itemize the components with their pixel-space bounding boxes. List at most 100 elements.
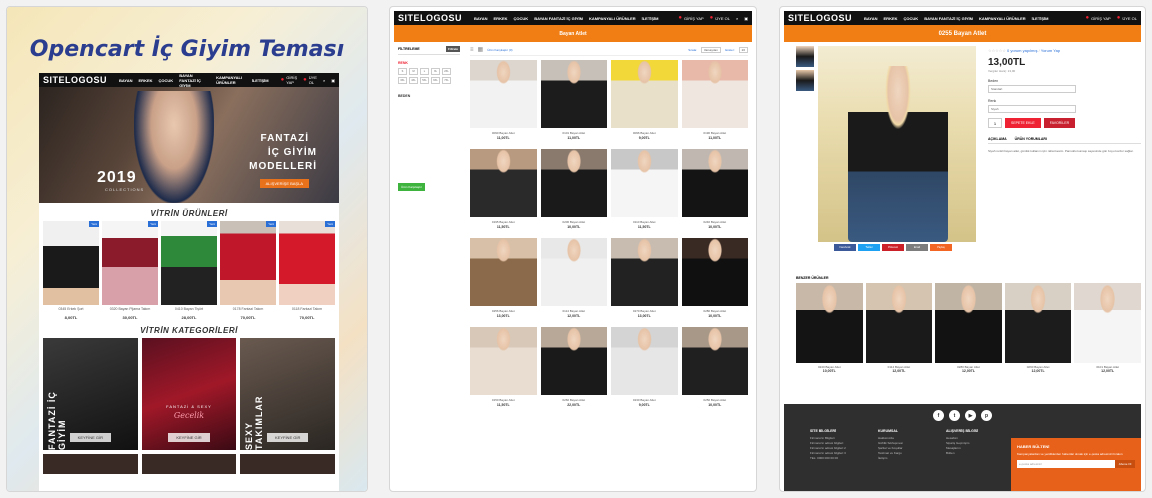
nav-item[interactable]: BAYAN xyxy=(474,16,488,21)
wishlist-button[interactable]: FAVORİLER xyxy=(1043,118,1076,128)
category-card[interactable]: FANTAZİ & SEXY Gecelik KEYFİNE GİR xyxy=(141,338,237,450)
product-card[interactable]: 0206 Bayan Atlet 10,00TL xyxy=(540,149,607,237)
footer-link[interactable]: TEL: 0000 000 00 00 xyxy=(810,456,868,461)
nav-item[interactable]: ÇOCUK xyxy=(159,78,174,83)
newsletter-email-input[interactable]: e-posta adresiniz xyxy=(1017,460,1115,468)
share-facebook-button[interactable]: Facebook xyxy=(834,244,856,251)
product-card[interactable]: 0256 Bayan Atlet 13,00TL xyxy=(470,238,537,326)
nav-item[interactable]: İLETİŞİM xyxy=(1032,16,1049,21)
nav-item[interactable]: İLETİŞİM xyxy=(642,16,659,21)
login-link[interactable]: ● GİRİŞ YAP xyxy=(281,75,298,85)
product-card[interactable]: 0190 Bayan Atlet 11,00TL xyxy=(681,60,748,148)
hero-banner[interactable]: 2019 COLLECTIONS FANTAZİ İÇ GİYİM MODELL… xyxy=(39,87,339,203)
product-card[interactable]: 0195 Bayan Atlet 11,50TL xyxy=(470,149,537,237)
product-card[interactable]: 0090 Bayan Atlet 11,00TL xyxy=(470,60,537,148)
nav-item[interactable]: BAYAN xyxy=(119,78,133,83)
hero-cta-button[interactable]: ALIŞVERİŞE BAŞLA xyxy=(259,179,309,188)
login-link[interactable]: ● GİRİŞ YAP xyxy=(1085,15,1110,21)
newsletter-subscribe-button[interactable]: Abone Ol xyxy=(1115,460,1135,468)
nav-item[interactable]: ERKEK xyxy=(884,16,898,21)
nav-item[interactable]: KAMPANYALI ÜRÜNLER xyxy=(589,16,636,21)
reviews-link[interactable]: 0 yorum yapılmış xyxy=(1007,48,1037,53)
share-twitter-button[interactable]: Twitter xyxy=(858,244,880,251)
site-logo[interactable]: SITELOGOSU xyxy=(43,75,107,85)
related-product-card[interactable]: 0260 Bayan Atlet 12,00TL xyxy=(1004,283,1072,373)
size-option[interactable]: XL xyxy=(431,68,440,75)
product-main-image[interactable] xyxy=(818,46,976,242)
product-card[interactable]: Yeni 0320 Bayan Pijama Takım 30,00TL xyxy=(102,221,158,320)
tab-reviews[interactable]: ÜRÜN YORUMLARI xyxy=(1015,137,1047,141)
product-card[interactable]: 0270 Bayan Atlet 13,00TL xyxy=(611,238,678,326)
share-email-button[interactable]: Email xyxy=(906,244,928,251)
related-product-card[interactable]: 0280 Bayan Atlet 12,00TL xyxy=(935,283,1002,373)
sort-select[interactable]: Varsayılan xyxy=(700,46,721,53)
product-card[interactable]: 0114 Bayan Atlet 12,00TL xyxy=(540,238,607,326)
nav-item[interactable]: ERKEK xyxy=(494,16,508,21)
related-product-card[interactable]: 0101 Bayan Atlet 12,00TL xyxy=(1074,283,1141,373)
site-logo[interactable]: SITELOGOSU xyxy=(788,13,852,23)
size-option[interactable]: L xyxy=(420,68,429,75)
nav-item[interactable]: BAYAN FANTAZİ İÇ GİYİM xyxy=(179,73,210,88)
nav-item[interactable]: ÇOCUK xyxy=(514,16,529,21)
product-card[interactable]: 0250 Bayan Atlet 10,00TL xyxy=(681,327,748,415)
footer-link[interactable]: Bülten xyxy=(946,451,1004,456)
share-pinterest-button[interactable]: Pinterest xyxy=(882,244,904,251)
category-button[interactable]: KEYFİNE GİR xyxy=(168,433,210,442)
filter-section[interactable]: BEDEN xyxy=(398,94,460,98)
product-card[interactable]: 0240 Bayan Atlet 10,00TL xyxy=(681,149,748,237)
product-card[interactable]: Yeni 0345 Erkek Şort 8,00TL xyxy=(43,221,99,320)
color-select[interactable]: Siyah xyxy=(988,105,1076,113)
nav-item[interactable]: BAYAN FANTAZİ İÇ GİYİM xyxy=(924,16,973,21)
product-card[interactable]: Yeni 0178 Fantazi Takım 70,00TL xyxy=(220,221,276,320)
quantity-input[interactable]: 1 xyxy=(988,118,1002,128)
size-option[interactable]: 6XL xyxy=(431,77,440,84)
login-link[interactable]: ● GİRİŞ YAP xyxy=(678,15,703,21)
size-option[interactable]: S xyxy=(398,68,407,75)
filter-section[interactable]: RENK xyxy=(398,61,460,65)
search-icon[interactable]: ⌕ xyxy=(736,16,738,21)
nav-item[interactable]: KAMPANYALI ÜRÜNLER xyxy=(216,75,246,85)
nav-item[interactable]: BAYAN xyxy=(864,16,878,21)
footer-link[interactable]: İletişim xyxy=(878,456,936,461)
share-more-button[interactable]: Paylaş xyxy=(930,244,952,251)
cart-icon[interactable]: ▣ xyxy=(331,78,335,83)
product-card[interactable]: 0150 Bayan Atlet 11,50TL xyxy=(470,327,537,415)
nav-item[interactable]: BAYAN FANTAZİ İÇ GİYİM xyxy=(534,16,583,21)
size-option[interactable]: M xyxy=(409,68,418,75)
product-card[interactable]: 0096 Bayan Atlet 9,00TL xyxy=(611,60,678,148)
product-thumbnail[interactable] xyxy=(796,46,814,67)
size-option[interactable]: 5XL xyxy=(420,77,429,84)
product-card[interactable]: Yeni 0410 Bayan Tişört 28,00TL xyxy=(161,221,217,320)
product-card[interactable]: 0101 Bayan Atlet 11,00TL xyxy=(540,60,607,148)
category-button[interactable]: KEYFİNE GİR xyxy=(267,433,309,442)
related-product-card[interactable]: 0240 Bayan Atlet 10,00TL xyxy=(796,283,863,373)
product-card[interactable]: 0230 Bayan Atlet 9,00TL xyxy=(611,327,678,415)
register-link[interactable]: ● ÜYE OL xyxy=(303,75,317,85)
size-select[interactable]: Standart xyxy=(988,85,1076,93)
category-button[interactable]: KEYFİNE GİR xyxy=(69,433,111,442)
grid-view-icon[interactable]: ▦ xyxy=(478,46,484,53)
product-card[interactable]: 0110 Bayan Atlet 11,50TL xyxy=(611,149,678,237)
nav-item[interactable]: ÇOCUK xyxy=(904,16,919,21)
category-card[interactable]: FANTAZİ İÇ GİYİM KEYFİNE GİR xyxy=(43,338,138,450)
nav-item[interactable]: ERKEK xyxy=(139,78,153,83)
list-view-icon[interactable]: ≡ xyxy=(470,47,474,53)
category-card[interactable]: SEXY TAKIMLAR KEYFİNE GİR xyxy=(240,338,336,450)
twitter-icon[interactable]: t xyxy=(949,410,960,421)
nav-item[interactable]: KAMPANYALI ÜRÜNLER xyxy=(979,16,1026,21)
nav-item[interactable]: İLETİŞİM xyxy=(252,78,269,83)
related-product-card[interactable]: 0114 Bayan Atlet 12,00TL xyxy=(865,283,933,373)
compare-button[interactable]: Ürün Karşılaştır xyxy=(398,183,425,191)
product-card[interactable]: 0260 Bayan Atlet 22,00TL xyxy=(540,327,607,415)
cart-icon[interactable]: ▣ xyxy=(744,16,748,21)
youtube-icon[interactable]: ▶ xyxy=(965,410,976,421)
pinterest-icon[interactable]: p xyxy=(981,410,992,421)
size-option[interactable]: 4XL xyxy=(409,77,418,84)
size-option[interactable]: 2XL xyxy=(442,68,451,75)
facebook-icon[interactable]: f xyxy=(933,410,944,421)
size-option[interactable]: 7XL xyxy=(442,77,451,84)
tab-description[interactable]: AÇIKLAMA xyxy=(988,137,1007,141)
filter-button[interactable]: Filtrele xyxy=(446,46,460,52)
compare-link[interactable]: Ürün Karşılaştır (0) xyxy=(487,48,512,52)
register-link[interactable]: ● ÜYE OL xyxy=(710,15,730,21)
